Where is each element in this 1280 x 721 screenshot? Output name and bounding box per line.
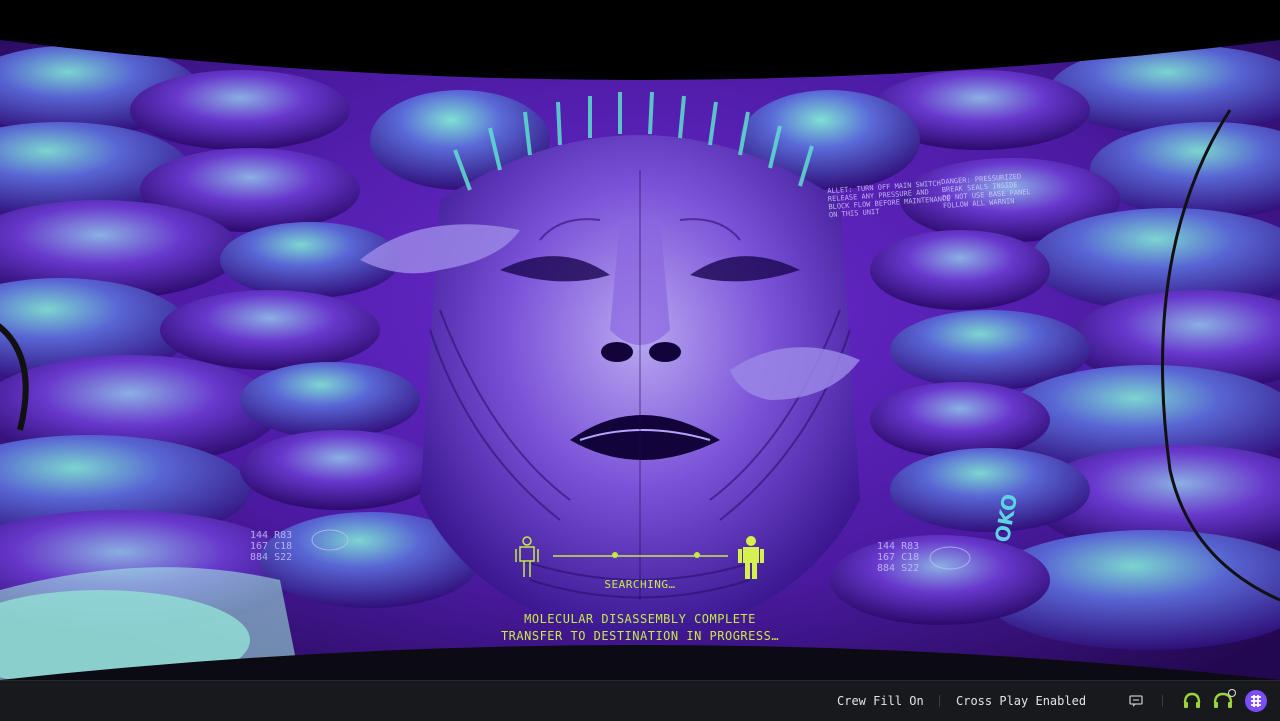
divider — [1162, 695, 1163, 707]
divider — [939, 695, 940, 707]
cross-play-status[interactable]: Cross Play Enabled — [956, 681, 1086, 721]
coordinate-readout-right: 144 R83 167 C18 884 S22 — [877, 541, 920, 574]
status-message-line-1: MOLECULAR DISASSEMBLY COMPLETE — [524, 612, 756, 626]
headset-icon[interactable] — [1180, 689, 1204, 713]
crew-fill-status[interactable]: Crew Fill On — [837, 681, 924, 721]
headset-settings-icon[interactable] — [1212, 689, 1236, 713]
app-logo-icon[interactable] — [1244, 689, 1268, 713]
warning-label-2: DANGER: PRESSURIZED BREAK SEALS INSIDE D… — [940, 172, 1031, 211]
bottom-status-bar: Crew Fill On Cross Play Enabled — [0, 680, 1280, 721]
status-message-line-2: TRANSFER TO DESTINATION IN PROGRESS… — [500, 629, 780, 643]
coordinate-readout-left: 144 R83 167 C18 884 S22 — [250, 530, 293, 563]
chat-icon[interactable] — [1124, 689, 1148, 713]
game-viewport: 144 R83 167 C18 884 S22 144 R83 167 C18 … — [0, 0, 1280, 680]
search-status: SEARCHING… — [604, 578, 676, 591]
